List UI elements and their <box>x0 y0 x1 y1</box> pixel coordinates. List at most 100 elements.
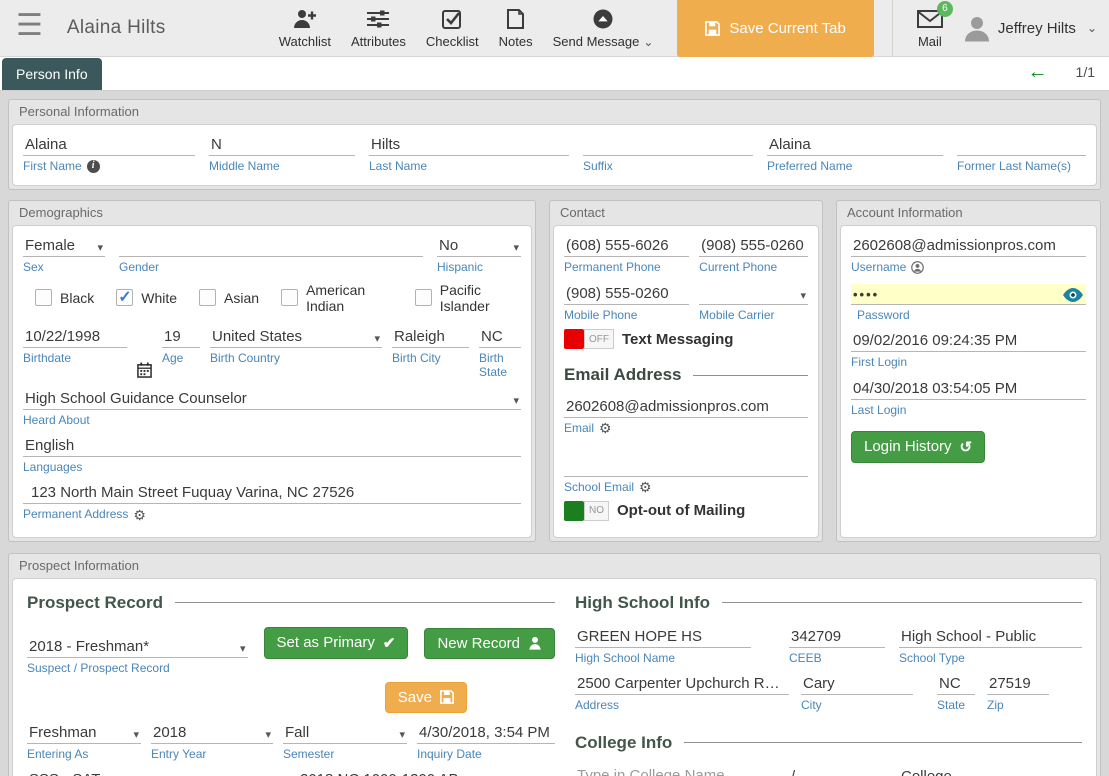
college-name-input[interactable] <box>575 767 751 776</box>
checklist-button[interactable]: Checklist <box>416 3 489 53</box>
user-menu[interactable]: Jeffrey Hilts ⌄ <box>953 14 1109 42</box>
attributes-button[interactable]: Attributes <box>341 3 416 53</box>
save-current-tab-button[interactable]: Save Current Tab <box>677 0 873 57</box>
high-school-name-field[interactable]: GREEN HOPE HS High School Name <box>575 627 751 665</box>
text-messaging-toggle[interactable]: OFF <box>564 329 614 349</box>
middle-name-value[interactable]: N <box>211 136 222 153</box>
attributes-label: Attributes <box>351 34 406 49</box>
semester-select[interactable]: Fall▾ Semester <box>283 723 407 761</box>
ceeb-field[interactable]: 342709 CEEB <box>789 627 885 665</box>
mobile-phone-field[interactable]: (908) 555-0260 Mobile Phone <box>564 284 689 322</box>
mobile-carrier-label: Mobile Carrier <box>699 308 808 322</box>
permanent-phone-field[interactable]: (608) 555-6026 Permanent Phone <box>564 236 689 274</box>
email-field[interactable]: 2602608@admissionpros.com Email⚙ <box>564 397 808 435</box>
opt-out-toggle[interactable]: NO <box>564 501 609 521</box>
first-name-field[interactable]: Alaina First Namei <box>23 135 195 173</box>
heard-about-select[interactable]: High School Guidance Counselor▾ Heard Ab… <box>23 389 521 427</box>
checklist-icon <box>441 7 463 31</box>
ceeb-fice-field[interactable]: / CEEB/FICE <box>789 767 885 776</box>
middle-name-field[interactable]: N Middle Name <box>209 135 355 173</box>
languages-field[interactable]: English Languages <box>23 436 521 474</box>
preferred-name-field[interactable]: Alaina Preferred Name <box>767 135 943 173</box>
former-last-names-field[interactable]: Former Last Name(s) <box>957 135 1086 173</box>
hs-zip-field[interactable]: 27519 Zip <box>987 674 1049 712</box>
school-email-field[interactable]: School Email⚙ <box>564 456 808 494</box>
watchlist-button[interactable]: Watchlist <box>269 3 341 53</box>
entering-as-select[interactable]: Freshman▾ Entering As <box>27 723 141 761</box>
last-name-value[interactable]: Hilts <box>371 136 400 153</box>
race-checkbox-white[interactable]: White <box>116 282 177 314</box>
last-name-field[interactable]: Hilts Last Name <box>369 135 569 173</box>
tab-person-info[interactable]: Person Info <box>2 58 102 90</box>
birth-country-select[interactable]: United States▾ Birth Country <box>210 327 382 380</box>
toggle-off-icon[interactable] <box>564 329 584 349</box>
checkbox-icon[interactable] <box>199 289 216 306</box>
hispanic-select[interactable]: No▾ Hispanic <box>437 236 521 274</box>
college-name-field[interactable]: College Name <box>575 767 751 776</box>
origination-subtype-select[interactable]: 2018 NC 1000-1300 AB▾ Origination SubTyp… <box>298 770 555 776</box>
header-rule <box>693 375 808 376</box>
entry-year-select[interactable]: 2018▾ Entry Year <box>151 723 273 761</box>
prospect-record-select[interactable]: 2018 - Freshman*▾ Suspect / Prospect Rec… <box>27 637 248 675</box>
college-school-type-field[interactable]: College School Type <box>899 767 1082 776</box>
hs-zip-label: Zip <box>987 698 1049 712</box>
caret-down-icon: ▾ <box>399 728 405 741</box>
birth-city-label: Birth City <box>392 351 469 365</box>
hs-school-type-label: School Type <box>899 651 1082 665</box>
gender-field[interactable]: Gender <box>119 236 423 274</box>
birthdate-field[interactable]: 10/22/1998 Birthdate <box>23 327 127 380</box>
notes-button[interactable]: Notes <box>489 3 543 53</box>
caret-down-icon: ▾ <box>97 241 103 254</box>
race-checkbox-american-indian[interactable]: American Indian <box>281 282 393 314</box>
show-password-eye-icon[interactable] <box>1062 288 1084 302</box>
set-as-primary-button[interactable]: Set as Primary✔ <box>264 627 409 659</box>
caret-down-icon: ▾ <box>133 728 139 741</box>
hs-state-field[interactable]: NC State <box>937 674 975 712</box>
hs-school-type-field[interactable]: High School - Public School Type <box>899 627 1082 665</box>
suffix-field[interactable]: Suffix <box>583 135 753 173</box>
opt-out-row: NO Opt-out of Mailing <box>564 501 808 521</box>
first-name-value[interactable]: Alaina <box>25 136 67 153</box>
toggle-no-icon[interactable] <box>564 501 584 521</box>
inquiry-date-field[interactable]: 4/30/2018, 3:54 PM Inquiry Date <box>417 723 555 761</box>
checkbox-icon[interactable] <box>281 289 298 306</box>
gear-icon[interactable]: ⚙ <box>133 508 146 522</box>
current-phone-field[interactable]: (908) 555-0260 Current Phone <box>699 236 808 274</box>
high-school-name-label: High School Name <box>575 651 751 665</box>
send-message-button[interactable]: Send Message⌄ <box>543 3 664 53</box>
save-button[interactable]: Save <box>385 682 467 713</box>
prospect-record-column: Prospect Record 2018 - Freshman*▾ Suspec… <box>27 591 555 776</box>
password-field[interactable]: •••• Password <box>851 284 1086 322</box>
preferred-name-value[interactable]: Alaina <box>769 136 811 153</box>
race-checkbox-pacific-islander[interactable]: Pacific Islander <box>415 282 521 314</box>
checkbox-icon[interactable] <box>415 289 432 306</box>
permanent-address-field[interactable]: 123 North Main Street Fuquay Varina, NC … <box>23 483 521 521</box>
mail-button[interactable]: 6 Mail <box>907 3 953 53</box>
birth-state-field[interactable]: NC Birth State <box>479 327 521 380</box>
gear-icon[interactable]: ⚙ <box>599 421 612 435</box>
new-record-button[interactable]: New Record <box>424 628 555 659</box>
menu-hamburger-icon[interactable]: ☰ <box>0 11 59 45</box>
mobile-carrier-select[interactable]: ▾ Mobile Carrier <box>699 284 808 322</box>
calendar-icon[interactable] <box>137 327 152 380</box>
prospect-record-label: Suspect / Prospect Record <box>27 661 248 675</box>
race-checkbox-black[interactable]: Black <box>35 282 94 314</box>
checkbox-icon[interactable] <box>116 289 133 306</box>
previous-record-arrow-icon[interactable]: ← <box>1028 62 1048 82</box>
chevron-down-icon: ⌄ <box>643 35 653 49</box>
first-name-label: First Namei <box>23 159 195 173</box>
gear-icon[interactable]: ⚙ <box>639 480 652 494</box>
save-current-tab-label: Save Current Tab <box>729 20 845 37</box>
info-icon[interactable]: i <box>87 160 100 173</box>
checkbox-icon[interactable] <box>35 289 52 306</box>
username-field[interactable]: 2602608@admissionpros.com Username <box>851 236 1086 274</box>
hs-address-field[interactable]: 2500 Carpenter Upchurch Road Address <box>575 674 789 712</box>
save-icon <box>705 21 720 36</box>
login-history-button[interactable]: Login History↺ <box>851 431 985 463</box>
hs-city-field[interactable]: Cary City <box>801 674 913 712</box>
sex-select[interactable]: Female▾ Sex <box>23 236 105 274</box>
mail-icon: 6 <box>917 7 943 31</box>
race-checkbox-asian[interactable]: Asian <box>199 282 259 314</box>
birth-city-field[interactable]: Raleigh Birth City <box>392 327 469 380</box>
origination-select[interactable]: SSS - SAT▾ Origination <box>27 770 284 776</box>
